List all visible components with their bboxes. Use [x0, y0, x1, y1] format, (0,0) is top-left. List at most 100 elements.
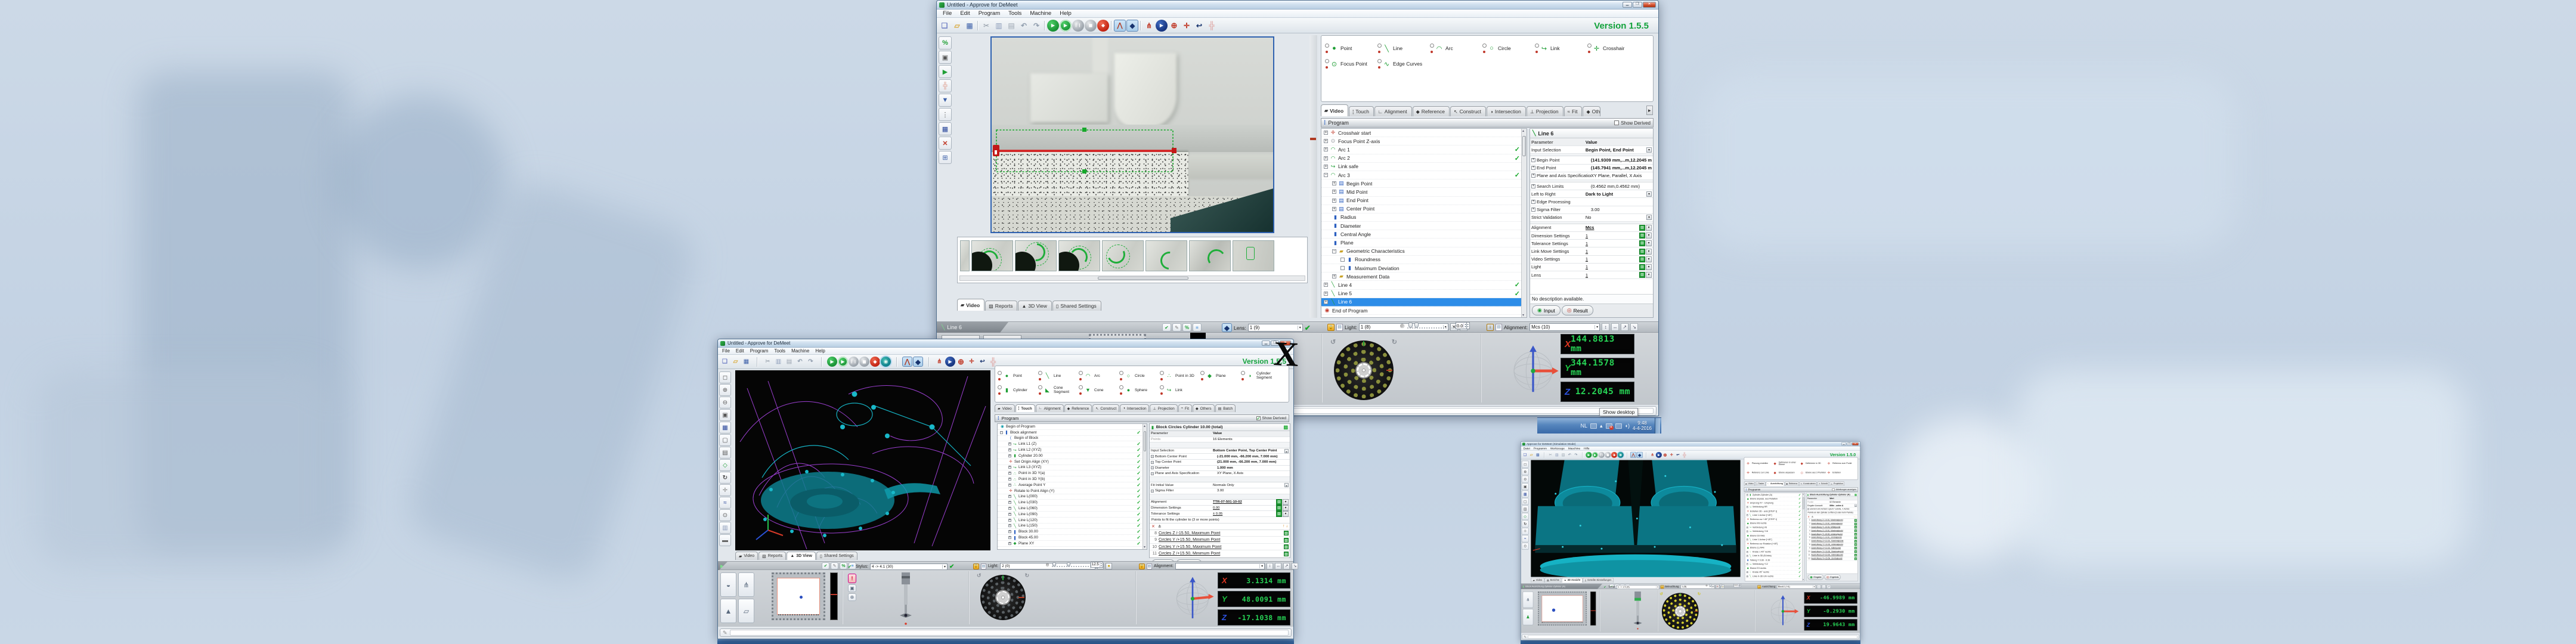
- rail-icon[interactable]: [939, 79, 952, 92]
- lock-icon[interactable]: 🔒: [973, 564, 979, 569]
- point-link[interactable]: Ausrichtung Z/+15.50, minimalpunkt: [1811, 554, 1853, 556]
- toolbar-icon[interactable]: [1637, 452, 1643, 458]
- toolbar-icon[interactable]: [967, 357, 977, 367]
- expand-toggle[interactable]: +: [1332, 199, 1336, 203]
- property-row[interactable]: [1150, 494, 1290, 500]
- axis-button[interactable]: ↕: [1267, 563, 1273, 569]
- toolbar-icon[interactable]: [1139, 20, 1143, 32]
- toolbar-icon[interactable]: [902, 357, 912, 367]
- rail-icon[interactable]: [939, 122, 952, 135]
- tree-item[interactable]: + ⊙ Focus Point Z-axis: [1321, 137, 1521, 145]
- tree-item[interactable]: − ▰ Geometric Characteristics: [1321, 247, 1521, 256]
- toolbar-icon[interactable]: [1085, 20, 1097, 32]
- toolbar-icon[interactable]: [1668, 452, 1674, 458]
- tree-item[interactable]: ✛ Rotate to Point Align (Y) ✓: [998, 488, 1142, 494]
- dock-header-icon[interactable]: [1172, 323, 1181, 332]
- property-value[interactable]: (141.9309 mm,...m,12.2045 mm): [1591, 157, 1652, 163]
- reorder-arrows[interactable]: ↑ ↓: [1283, 524, 1288, 528]
- show-derived-checkbox[interactable]: ✓Show Derived: [1256, 416, 1286, 420]
- property-row[interactable]: + End Point (145.7941 mm,...m,12.2045 mm…: [1530, 165, 1653, 172]
- point-link-row[interactable]: 9 Circles Y /+15.50, Minimum Point ▨: [1150, 537, 1290, 544]
- rail-icon[interactable]: [719, 434, 731, 446]
- property-value[interactable]: No: [1586, 215, 1646, 220]
- expand-toggle[interactable]: +: [1008, 524, 1011, 527]
- rail-icon[interactable]: [719, 509, 731, 521]
- expand-toggle[interactable]: +: [1008, 501, 1011, 504]
- magnifier-button[interactable]: ⊕: [848, 593, 856, 601]
- point-enabled-checkbox[interactable]: ▨: [1284, 544, 1289, 549]
- show-derived-checkbox[interactable]: Show Derived: [1614, 120, 1651, 126]
- toolbar-icon[interactable]: [1126, 20, 1138, 32]
- tab[interactable]: ◑Schnitt: [1818, 481, 1829, 486]
- tree-item[interactable]: − ❚ Block alignment ✓: [998, 430, 1142, 436]
- dock-header-icon[interactable]: [822, 562, 829, 569]
- tree-item[interactable]: + ∴ Point in 3D Y(b) ✓: [998, 476, 1142, 482]
- gauge-button[interactable]: ◒: [720, 572, 736, 597]
- toolbar-icon[interactable]: [1586, 452, 1592, 458]
- tree-item[interactable]: + ╲ Line 6: [1321, 298, 1521, 306]
- tree-item[interactable]: ◆ Ebene E3 rechts ✓: [1745, 566, 1801, 571]
- dropdown-arrow[interactable]: ▾: [1284, 483, 1289, 487]
- property-value[interactable]: 3.00: [1217, 489, 1289, 493]
- toolbar-icon[interactable]: [1566, 452, 1572, 458]
- toolbar-icon[interactable]: [784, 357, 794, 367]
- rail-icon[interactable]: [719, 384, 731, 396]
- expand-toggle[interactable]: +: [1151, 455, 1154, 458]
- view-splitter[interactable]: [1309, 35, 1317, 318]
- tree-item[interactable]: ✛ Ursprung XY - Ursprung ✓: [1745, 501, 1801, 505]
- expand-toggle[interactable]: +: [1008, 519, 1011, 522]
- toolbar-icon[interactable]: [945, 357, 955, 367]
- point-link[interactable]: Ausrichtung Y/-15.50, Mittelpunkt: [1811, 527, 1853, 529]
- tab[interactable]: ◆Reference: [1413, 106, 1450, 116]
- axis-button[interactable]: ↔: [1275, 563, 1281, 569]
- rail-icon[interactable]: [719, 497, 731, 509]
- tree-item[interactable]: + ↪ Link safe: [1321, 163, 1521, 171]
- tree-item[interactable]: + ↪ Verbindung V6 ✓: [1745, 525, 1801, 530]
- tree-item[interactable]: + ◆ Plane XY ✓: [998, 541, 1142, 547]
- settings-buttons[interactable]: [1639, 264, 1652, 270]
- palette-tool[interactable]: ✛Erstellen: [1826, 468, 1853, 477]
- menu-item[interactable]: Tools: [771, 348, 788, 354]
- z-axis-bar[interactable]: [830, 572, 838, 620]
- property-row[interactable]: + Sigma Filter 3.00: [1530, 206, 1653, 214]
- close-button[interactable]: ✕: [1852, 442, 1859, 445]
- expand-toggle[interactable]: −: [1000, 431, 1003, 434]
- stylus-dropdown[interactable]: 1 -> 1.5 (A)▾: [1617, 585, 1659, 589]
- tab[interactable]: ◆Others: [1193, 404, 1215, 412]
- property-value[interactable]: 62 Elemente: [1829, 501, 1857, 503]
- tab[interactable]: ¦Touch: [1349, 106, 1374, 116]
- toolbar-icon[interactable]: [1649, 452, 1655, 458]
- point-link[interactable]: Ausrichtung Z/-15.50, Maximalpunkt: [1811, 519, 1853, 522]
- toolbar-icon[interactable]: [827, 357, 837, 367]
- point-link[interactable]: Circles Z /-15.50, Maximum Point: [1159, 531, 1282, 535]
- light-doc-icon[interactable]: ▤: [1336, 324, 1343, 331]
- expand-toggle[interactable]: −: [1324, 173, 1328, 177]
- property-value[interactable]: XY Plane, Parallel, X Axis: [1591, 173, 1652, 178]
- tree-item[interactable]: + ◠ Arc 2 ✓: [1321, 154, 1521, 163]
- property-row[interactable]: Lens 1: [1530, 271, 1653, 279]
- expand-toggle[interactable]: +: [1332, 274, 1336, 278]
- toolbar-icon[interactable]: [720, 357, 730, 367]
- delete-point-icon[interactable]: ✕: [1151, 524, 1155, 529]
- tree-item[interactable]: + ╲ Line L(000) ✓: [998, 494, 1142, 500]
- camera-video-view[interactable]: [990, 36, 1274, 233]
- palette-tool[interactable]: ↪Link: [1535, 41, 1587, 56]
- point-link[interactable]: Circles Y /+15.50, Maximum Point: [1159, 545, 1282, 549]
- rail-icon[interactable]: [1522, 528, 1529, 535]
- expand-toggle[interactable]: +: [1747, 564, 1748, 565]
- expand-toggle[interactable]: +: [1324, 156, 1328, 160]
- point-enabled-checkbox[interactable]: ▨: [1854, 547, 1857, 549]
- tab[interactable]: ◑Intersection: [1487, 106, 1526, 116]
- toolbar-icon[interactable]: [1618, 452, 1624, 458]
- tab[interactable]: ▧Reports: [985, 301, 1017, 311]
- settings-buttons[interactable]: [1276, 499, 1289, 505]
- lock-icon[interactable]: 🔒: [1661, 585, 1664, 589]
- result-button[interactable]: ◎Result: [1562, 305, 1593, 315]
- align-doc-icon[interactable]: ▤: [1147, 564, 1152, 569]
- cone-button[interactable]: ▲: [720, 599, 736, 623]
- lock-icon[interactable]: 🔒: [1757, 585, 1761, 589]
- expand-toggle[interactable]: +: [1008, 530, 1011, 533]
- tab[interactable]: ⊥Projektion: [1829, 481, 1844, 486]
- dropdown-arrow[interactable]: ▾: [1646, 191, 1652, 197]
- tree-item[interactable]: + ❚ Block 30.00 ✓: [998, 529, 1142, 535]
